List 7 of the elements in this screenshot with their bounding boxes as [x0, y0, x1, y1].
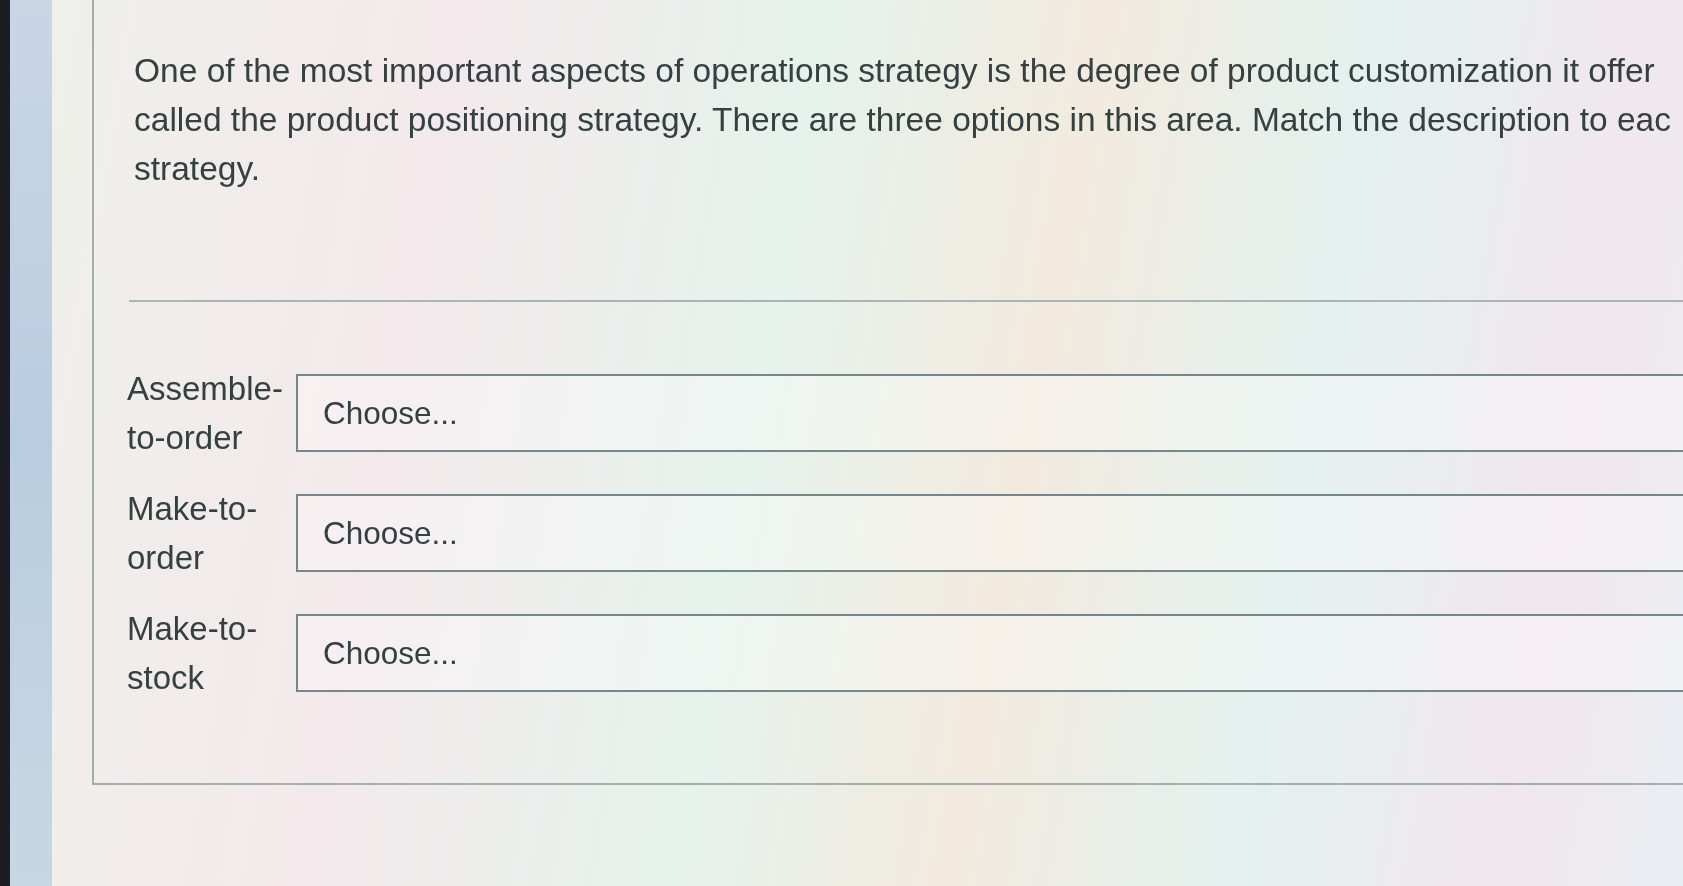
question-text: One of the most important aspects of operations strategy is the degree of product customization it offer called the product positioning strategy. There are three options in this area. Match the description to eac strategy.	[134, 51, 1672, 189]
choice-dropdown[interactable]: Choose...	[296, 494, 1683, 572]
strategy-label: Make-to-order	[127, 489, 259, 578]
strategy-label: Assemble-to-order	[127, 369, 284, 458]
strategy-label: Make-to-stock	[127, 609, 259, 698]
choice-dropdown[interactable]: Choose...	[296, 614, 1683, 692]
choice-dropdown[interactable]: Choose...	[296, 374, 1683, 452]
